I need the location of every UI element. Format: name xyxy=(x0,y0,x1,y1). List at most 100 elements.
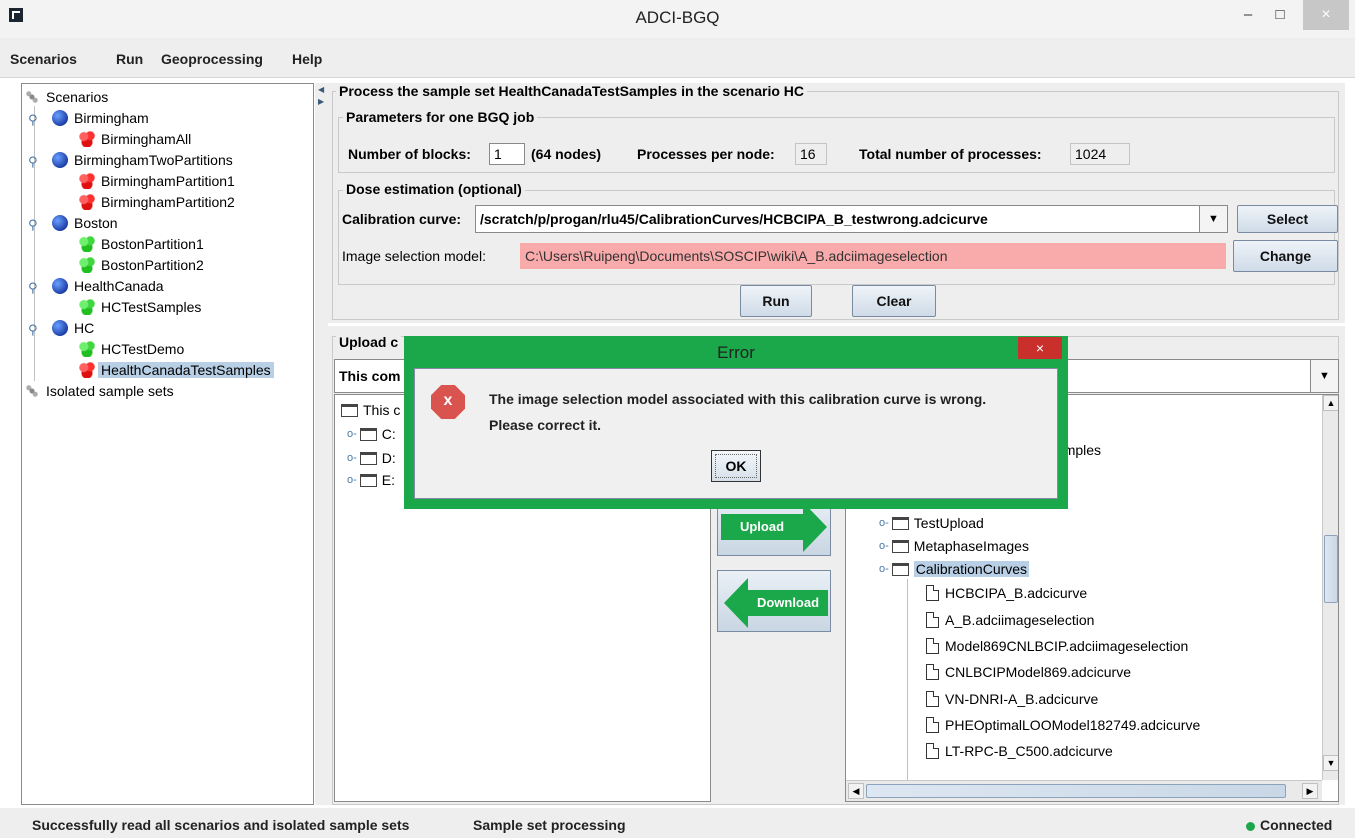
scroll-right-icon[interactable]: ▶ xyxy=(1302,783,1318,799)
remote-file[interactable]: Model869CNLBCIP.adciimageselection xyxy=(926,638,1188,654)
error-message-line2: Please correct it. xyxy=(489,417,602,433)
scroll-up-icon[interactable]: ▲ xyxy=(1323,395,1338,411)
scenarios-root-icon xyxy=(24,89,40,105)
tree-sample-set[interactable]: BirminghamPartition2 xyxy=(79,192,238,212)
title-bar: ADCI-BGQ – □ × xyxy=(0,0,1355,38)
cells-green-icon xyxy=(79,299,95,315)
folder-icon xyxy=(891,539,909,553)
remote-file[interactable]: LT-RPC-B_C500.adcicurve xyxy=(926,743,1113,759)
ok-button[interactable]: OK xyxy=(711,450,761,482)
scenario-tree[interactable]: Scenarios ⚲ Birmingham BirminghamAll ⚲ B… xyxy=(21,83,314,805)
vertical-scrollbar[interactable]: ▲ ▼ xyxy=(1322,395,1338,780)
menu-help[interactable]: Help xyxy=(292,51,322,67)
file-icon xyxy=(926,691,939,707)
folder-icon xyxy=(359,427,377,441)
process-title: Process the sample set HealthCanadaTestS… xyxy=(336,83,808,99)
tree-root-scenarios[interactable]: Scenarios xyxy=(24,87,111,107)
calibration-curve-value: /scratch/p/progan/rlu45/CalibrationCurve… xyxy=(480,211,988,227)
error-message-line1: The image selection model associated wit… xyxy=(489,391,987,407)
clear-button[interactable]: Clear xyxy=(852,285,936,317)
status-mode: Sample set processing xyxy=(473,817,626,833)
expand-handle-icon[interactable]: o- xyxy=(347,452,357,464)
minimize-button[interactable]: – xyxy=(1234,0,1262,30)
collapse-handle-icon[interactable]: o- xyxy=(879,563,889,575)
remote-file[interactable]: CNLBCIPModel869.adcicurve xyxy=(926,664,1131,680)
tree-sample-set[interactable]: BostonPartition2 xyxy=(79,255,207,275)
process-panel: Process the sample set HealthCanadaTestS… xyxy=(328,83,1345,323)
isolated-root-icon xyxy=(24,383,40,399)
remote-folder-node[interactable]: o- MetaphaseImages xyxy=(879,538,1029,554)
cells-red-icon xyxy=(79,194,95,210)
menu-scenarios[interactable]: Scenarios xyxy=(10,51,77,67)
drive-node[interactable]: o- C: xyxy=(347,426,396,442)
tree-sample-set[interactable]: HCTestSamples xyxy=(79,297,204,317)
connected-dot-icon xyxy=(1246,821,1255,831)
expand-handle-icon[interactable]: o- xyxy=(879,540,889,552)
blocks-input[interactable]: 1 xyxy=(489,143,525,165)
run-button[interactable]: Run xyxy=(740,285,812,317)
expand-toggle-icon[interactable]: ⚲ xyxy=(28,217,38,233)
expand-handle-icon[interactable]: o- xyxy=(347,474,357,486)
remote-file[interactable]: HCBCIPA_B.adcicurve xyxy=(926,585,1087,601)
calibration-curve-select[interactable]: /scratch/p/progan/rlu45/CalibrationCurve… xyxy=(475,205,1228,233)
image-selection-model-field[interactable]: C:\Users\Ruipeng\Documents\SOSCIP\wiki\A… xyxy=(520,243,1226,269)
menu-geoprocessing[interactable]: Geoprocessing xyxy=(161,51,263,67)
globe-icon xyxy=(52,110,68,126)
download-button[interactable]: Download xyxy=(717,570,831,632)
local-root-node[interactable]: This c xyxy=(341,402,400,418)
tree-scenario-healthcanada[interactable]: HealthCanada xyxy=(52,276,167,296)
expand-toggle-icon[interactable]: ⚲ xyxy=(28,322,38,338)
collapse-left-icon[interactable]: ◀ xyxy=(318,85,324,94)
expand-toggle-icon[interactable]: ⚲ xyxy=(28,112,38,128)
cells-green-icon xyxy=(79,257,95,273)
change-button[interactable]: Change xyxy=(1233,240,1338,272)
model-label: Image selection model: xyxy=(342,248,486,264)
dose-title: Dose estimation (optional) xyxy=(343,181,525,197)
expand-toggle-icon[interactable]: ⚲ xyxy=(28,280,38,296)
menu-run[interactable]: Run xyxy=(116,51,143,67)
left-arrow-icon xyxy=(724,578,748,628)
expand-handle-icon[interactable]: o- xyxy=(879,517,889,529)
chevron-down-icon[interactable]: ▼ xyxy=(1310,360,1338,392)
remote-file[interactable]: VN-DNRI-A_B.adcicurve xyxy=(926,691,1098,707)
folder-icon xyxy=(891,516,909,530)
h-scroll-thumb[interactable] xyxy=(866,784,1286,798)
remote-folder-selected[interactable]: o- CalibrationCurves xyxy=(879,561,1030,577)
tree-scenario-boston[interactable]: Boston xyxy=(52,213,121,233)
file-icon xyxy=(926,585,939,601)
expand-handle-icon[interactable]: o- xyxy=(347,428,357,440)
horizontal-scrollbar[interactable]: ◀ ▶ xyxy=(846,780,1322,801)
tree-scenario-birmingham[interactable]: Birmingham xyxy=(52,108,152,128)
tree-sample-set[interactable]: BirminghamPartition1 xyxy=(79,171,238,191)
chevron-down-icon[interactable]: ▼ xyxy=(1199,206,1227,232)
tree-scenario-hc[interactable]: HC xyxy=(52,318,97,338)
dialog-close-button[interactable]: × xyxy=(1018,337,1062,359)
tree-scenario-birminghamtwopartitions[interactable]: BirminghamTwoPartitions xyxy=(52,150,236,170)
remote-file[interactable]: A_B.adciimageselection xyxy=(926,612,1094,628)
remote-file[interactable]: PHEOptimalLOOModel182749.adcicurve xyxy=(926,717,1200,733)
scroll-left-icon[interactable]: ◀ xyxy=(848,783,864,799)
scroll-thumb[interactable] xyxy=(1324,535,1338,603)
drive-node[interactable]: o- E: xyxy=(347,472,395,488)
scroll-down-icon[interactable]: ▼ xyxy=(1323,755,1338,771)
split-divider[interactable]: ◀ ▶ xyxy=(315,83,328,805)
file-icon xyxy=(926,664,939,680)
upload-title: Upload c xyxy=(336,334,402,350)
tree-root-isolated[interactable]: Isolated sample sets xyxy=(24,381,177,401)
upload-label: Upload xyxy=(721,514,803,540)
remote-folder-node[interactable]: o- TestUpload xyxy=(879,515,984,531)
tree-sample-set[interactable]: HCTestDemo xyxy=(79,339,187,359)
tree-sample-set[interactable]: BirminghamAll xyxy=(79,129,194,149)
drive-node[interactable]: o- D: xyxy=(347,450,396,466)
connection-status: Connected xyxy=(1246,817,1332,833)
tree-sample-set-selected[interactable]: HealthCanadaTestSamples xyxy=(79,360,274,380)
close-button[interactable]: × xyxy=(1303,0,1349,30)
expand-toggle-icon[interactable]: ⚲ xyxy=(28,154,38,170)
maximize-button[interactable]: □ xyxy=(1266,0,1294,30)
select-button[interactable]: Select xyxy=(1237,205,1338,233)
file-icon xyxy=(926,612,939,628)
collapse-right-icon[interactable]: ▶ xyxy=(318,97,324,106)
tree-sample-set[interactable]: BostonPartition1 xyxy=(79,234,207,254)
globe-icon xyxy=(52,152,68,168)
folder-icon xyxy=(891,562,909,576)
